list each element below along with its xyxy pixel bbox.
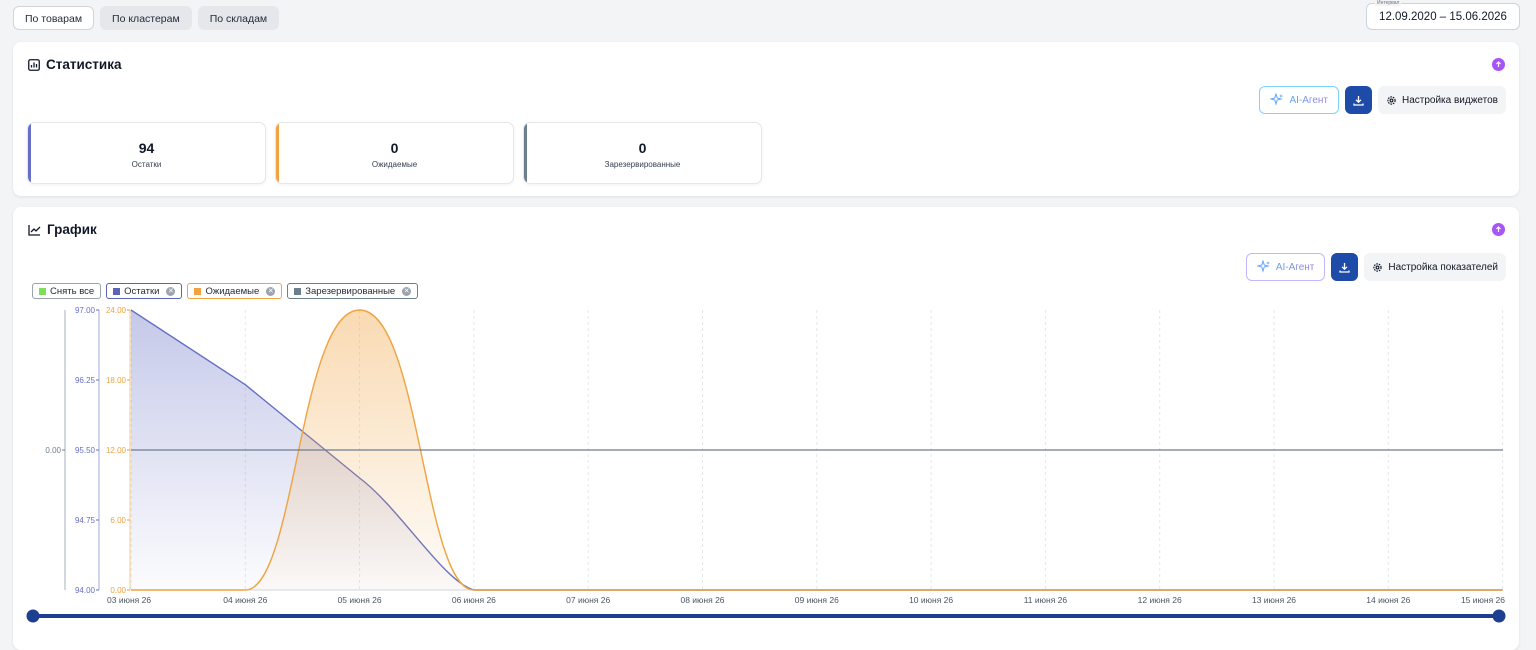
legend-label: Снять все bbox=[50, 285, 95, 297]
chart-ai-agent-button[interactable]: AI-Агент bbox=[1245, 253, 1326, 281]
metric-value: 0 bbox=[390, 140, 399, 156]
y-tick-label: 94.75 bbox=[75, 516, 96, 525]
view-tabs: По товарам По кластерам По складам bbox=[13, 6, 280, 30]
x-tick-label: 11 июня 26 bbox=[1024, 595, 1068, 605]
line-chart: 0.00 97.00 96.25 95.50 94.75 94.00 24.00 18.00 1… bbox=[26, 306, 1506, 623]
metric-card-stock: 94 Остатки bbox=[27, 122, 266, 184]
metric-label: Остатки bbox=[131, 160, 162, 169]
legend-swatch bbox=[294, 287, 302, 295]
y-tick-label: 94.00 bbox=[75, 586, 96, 595]
legend-item-expected[interactable]: Ожидаемые ✕ bbox=[187, 283, 283, 299]
arrow-up-icon bbox=[1496, 226, 1501, 232]
gear-icon bbox=[1373, 262, 1383, 272]
interval-picker[interactable]: Интервал 12.09.2020 – 15.06.2026 bbox=[1366, 0, 1520, 30]
stats-download-button[interactable] bbox=[1344, 86, 1372, 114]
x-tick-label: 09 июня 26 bbox=[795, 595, 839, 605]
interval-value: 12.09.2020 – 15.06.2026 bbox=[1379, 11, 1507, 23]
metric-card-expected: 0 Ожидаемые bbox=[275, 122, 514, 184]
y-tick-label: 6.00 bbox=[110, 516, 126, 525]
x-tick-label: 10 июня 26 bbox=[909, 595, 953, 605]
sparkle-icon bbox=[1256, 260, 1270, 273]
chart-title: График bbox=[28, 222, 97, 237]
slider-handle-start[interactable] bbox=[26, 609, 40, 623]
x-tick-label: 07 июня 26 bbox=[566, 595, 610, 605]
stats-icon bbox=[28, 58, 40, 71]
remove-icon[interactable]: ✕ bbox=[402, 286, 412, 296]
y-tick-label: 12.00 bbox=[106, 446, 127, 455]
remove-icon[interactable]: ✕ bbox=[266, 286, 276, 296]
chart-legend: Снять все Остатки ✕ Ожидаемые ✕ Зарезерв… bbox=[32, 283, 419, 299]
chart-download-button[interactable] bbox=[1331, 253, 1359, 281]
indicator-settings-label: Настройка показателей bbox=[1388, 261, 1498, 273]
y-tick-label: 18.00 bbox=[106, 376, 127, 385]
chart-title-text: График bbox=[47, 222, 97, 237]
sparkle-icon bbox=[1270, 93, 1284, 106]
collapse-chart-button[interactable] bbox=[1492, 223, 1505, 236]
legend-label: Зарезервированные bbox=[305, 285, 396, 297]
metric-label: Зарезервированные bbox=[604, 160, 681, 169]
x-axis-labels: 03 июня 26 04 июня 26 05 июня 26 06 июня 26… bbox=[107, 595, 1505, 605]
metric-value: 0 bbox=[638, 140, 647, 156]
indicator-settings-button[interactable]: Настройка показателей bbox=[1364, 253, 1506, 281]
legend-swatch bbox=[39, 287, 46, 295]
stats-ai-agent-button[interactable]: AI-Агент bbox=[1259, 86, 1339, 114]
stats-toolbar: AI-Агент Настройка виджетов bbox=[1259, 86, 1506, 114]
stats-title: Статистика bbox=[28, 57, 121, 72]
legend-swatch bbox=[113, 287, 121, 295]
x-tick-label: 05 июня 26 bbox=[338, 595, 382, 605]
chart-ai-agent-label: AI-Агент bbox=[1275, 261, 1315, 273]
x-tick-label: 03 июня 26 bbox=[107, 595, 151, 605]
y-tick-label: 0.00 bbox=[45, 446, 61, 455]
stats-card: Статистика AI-Агент Настройка виджетов 9… bbox=[13, 42, 1519, 196]
collapse-stats-button[interactable] bbox=[1492, 58, 1505, 71]
legend-swatch bbox=[194, 287, 202, 295]
y-tick-label: 24.00 bbox=[106, 306, 127, 315]
slider-handle-end[interactable] bbox=[1492, 609, 1506, 623]
download-icon bbox=[1353, 95, 1364, 106]
metric-card-reserved: 0 Зарезервированные bbox=[523, 122, 762, 184]
tab-by-clusters[interactable]: По кластерам bbox=[100, 6, 192, 30]
legend-item-stock[interactable]: Остатки ✕ bbox=[106, 283, 183, 299]
y-tick-label: 96.25 bbox=[75, 376, 96, 385]
remove-icon[interactable]: ✕ bbox=[166, 286, 176, 296]
chart-card: График AI-Агент Настройка показателей Сн… bbox=[13, 207, 1519, 650]
legend-clear-all[interactable]: Снять все bbox=[32, 283, 102, 299]
gear-icon bbox=[1387, 95, 1396, 105]
y-tick-label: 0.00 bbox=[110, 586, 126, 595]
tab-by-products[interactable]: По товарам bbox=[13, 6, 95, 30]
x-tick-label: 14 июня 26 bbox=[1366, 595, 1410, 605]
line-chart-icon bbox=[28, 224, 41, 236]
x-tick-label: 08 июня 26 bbox=[680, 595, 724, 605]
x-tick-label: 13 июня 26 bbox=[1252, 595, 1296, 605]
legend-item-reserved[interactable]: Зарезервированные ✕ bbox=[287, 283, 419, 299]
x-tick-label: 04 июня 26 bbox=[223, 595, 267, 605]
chart-toolbar: AI-Агент Настройка показателей bbox=[1245, 253, 1506, 281]
x-tick-label: 06 июня 26 bbox=[452, 595, 496, 605]
widget-settings-label: Настройка виджетов bbox=[1401, 94, 1498, 106]
widget-settings-button[interactable]: Настройка виджетов bbox=[1377, 86, 1506, 114]
chart-axes: 0.00 97.00 96.25 95.50 94.75 94.00 24.00 18.00 1… bbox=[45, 306, 131, 595]
download-icon bbox=[1339, 262, 1351, 273]
tab-by-warehouses[interactable]: По складам bbox=[197, 6, 280, 30]
metric-value: 94 bbox=[138, 140, 155, 156]
legend-label: Остатки bbox=[124, 285, 160, 297]
x-tick-label: 15 июня 26 bbox=[1461, 595, 1505, 605]
y-tick-label: 97.00 bbox=[75, 306, 96, 315]
stats-title-text: Статистика bbox=[46, 57, 122, 72]
range-slider[interactable] bbox=[26, 609, 1506, 623]
stats-ai-agent-label: AI-Агент bbox=[1289, 94, 1328, 106]
interval-label: Интервал bbox=[1375, 0, 1402, 6]
arrow-up-icon bbox=[1496, 61, 1501, 67]
metric-label: Ожидаемые bbox=[371, 160, 418, 169]
y-tick-label: 95.50 bbox=[75, 446, 96, 455]
x-tick-label: 12 июня 26 bbox=[1138, 595, 1182, 605]
legend-label: Ожидаемые bbox=[205, 285, 260, 297]
